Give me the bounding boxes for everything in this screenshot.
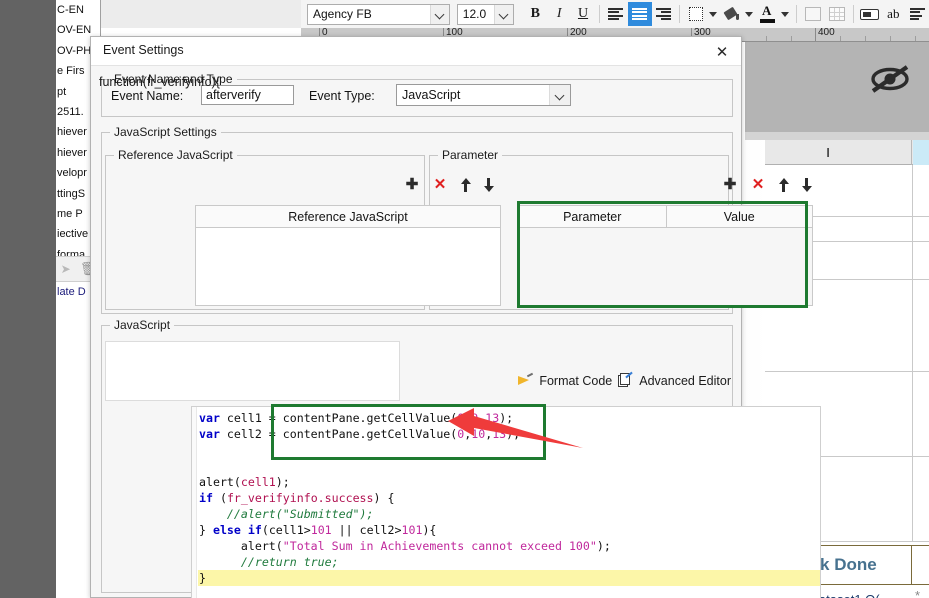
code-line: } (199, 571, 206, 585)
fill-color-icon (723, 6, 740, 22)
add-icon[interactable]: ✚ (404, 177, 420, 193)
format-code-button[interactable]: Format Code (539, 374, 612, 388)
separator (679, 5, 681, 23)
sheet-column-header-selected[interactable] (913, 140, 929, 165)
group-legend: JavaScript Settings (110, 125, 221, 139)
event-type-label: Event Type: (309, 89, 375, 103)
parameter-toolbar[interactable]: ✚ ✕ (722, 177, 812, 193)
delete-icon[interactable]: ✕ (750, 177, 766, 193)
align-left-button[interactable] (604, 2, 628, 26)
chevron-down-icon[interactable] (549, 85, 570, 105)
chevron-down-icon[interactable] (745, 11, 754, 17)
event-type-value: JavaScript (402, 88, 461, 102)
advanced-editor-icon (618, 371, 633, 388)
ab-button[interactable]: ab (881, 2, 905, 26)
close-icon[interactable]: ✕ (709, 41, 735, 63)
separator (852, 5, 854, 23)
dialog-title: Event Settings (103, 43, 184, 57)
chevron-down-icon[interactable] (494, 4, 514, 24)
code-line: //alert("Submitted"); (199, 507, 374, 521)
bold-button[interactable]: B (523, 2, 547, 26)
edit-icon[interactable]: ➤ (61, 262, 71, 276)
parameter-table-body[interactable] (518, 228, 813, 306)
reference-table-body[interactable] (195, 228, 501, 306)
separator (795, 5, 797, 23)
reference-js-toolbar[interactable]: ✚ ✕ (404, 177, 494, 193)
toolbar-left-strip (101, 0, 402, 28)
function-signature-box (105, 341, 400, 401)
group-legend: JavaScript (110, 318, 175, 332)
move-down-icon[interactable] (801, 178, 812, 192)
code-line: alert(cell1); (199, 475, 290, 489)
advanced-editor-button[interactable]: Advanced Editor (639, 374, 731, 388)
font-size-value: 12.0 (462, 7, 487, 21)
function-signature: function(fr_verifyinfo){ (99, 75, 220, 89)
move-up-icon[interactable] (460, 178, 471, 192)
underline-button[interactable]: U (571, 2, 595, 26)
sheet-column-header-row[interactable]: I (745, 140, 929, 165)
align-right-icon (656, 8, 672, 20)
event-name-label: Event Name: (111, 89, 184, 103)
reference-table-column-header[interactable]: Reference JavaScript (196, 206, 500, 227)
screen-root: C-EN OV-EN OV-PHONE-EN e Firs pt 2511. h… (0, 0, 929, 598)
tree-item[interactable]: C-EN (56, 0, 100, 20)
group-legend: Reference JavaScript (114, 148, 237, 162)
code-line: } else if(cell1>101 || cell2>101){ (199, 523, 437, 537)
sheet-top-divider (745, 132, 929, 140)
chevron-down-icon[interactable] (780, 11, 789, 17)
italic-button[interactable]: I (547, 2, 571, 26)
asterisk-marker: * (915, 588, 921, 598)
grid-icon (828, 7, 845, 21)
code-line: //return true; (199, 555, 339, 569)
event-type-combo[interactable]: JavaScript (396, 84, 571, 106)
hidden-eye-icon (871, 65, 909, 93)
event-settings-dialog[interactable]: Event Settings ✕ Event Name and Type Eve… (90, 36, 821, 598)
font-color-icon: A (760, 3, 776, 23)
chevron-down-icon[interactable] (429, 4, 449, 24)
reference-table-header[interactable]: Reference JavaScript (195, 205, 501, 228)
move-down-icon[interactable] (483, 178, 494, 192)
merge-cell-button[interactable] (801, 2, 825, 26)
work-done-right-cell[interactable] (913, 546, 929, 584)
form-field-icon (859, 8, 879, 20)
chevron-down-icon[interactable] (709, 11, 718, 17)
delete-icon[interactable]: ✕ (432, 177, 448, 193)
value-table-column-header[interactable]: Value (667, 206, 813, 227)
insert-field-button[interactable] (858, 2, 882, 26)
dialog-title-bar[interactable]: Event Settings ✕ (91, 37, 741, 66)
brush-icon (517, 372, 534, 388)
font-name-value: Agency FB (313, 7, 372, 21)
move-up-icon[interactable] (778, 178, 789, 192)
format-toolbar[interactable]: Agency FB 12.0 B I U A ab (301, 0, 929, 28)
split-cell-button[interactable] (825, 2, 849, 26)
red-arrow-annotation (448, 408, 583, 448)
separator (598, 5, 600, 23)
align-right-button[interactable] (652, 2, 676, 26)
align-center-button[interactable] (627, 2, 652, 26)
paragraph-icon (909, 8, 925, 20)
paragraph-button[interactable] (905, 2, 929, 26)
left-dark-panel (0, 0, 56, 598)
group-legend: Parameter (438, 148, 503, 162)
code-actions[interactable]: Format Code Advanced Editor (517, 371, 731, 388)
ruler-label: 400 (818, 28, 835, 38)
merge-cell-icon (804, 7, 821, 21)
parameter-table-column-header[interactable]: Parameter (519, 206, 667, 227)
border-button[interactable] (684, 2, 708, 26)
font-color-button[interactable]: A (756, 2, 780, 26)
code-line: alert("Total Sum in Achievements cannot … (199, 539, 611, 553)
fill-color-button[interactable] (720, 2, 744, 26)
sheet-column-header-cell[interactable]: I (745, 140, 912, 165)
align-center-icon (632, 8, 648, 20)
code-gutter (192, 407, 197, 598)
border-icon (689, 7, 704, 21)
font-size-combo[interactable]: 12.0 (456, 3, 515, 25)
align-left-icon (608, 8, 624, 20)
add-icon[interactable]: ✚ (722, 177, 738, 193)
parameter-table-header[interactable]: Parameter Value (518, 205, 813, 228)
code-line: if (fr_verifyinfo.success) { (199, 491, 395, 505)
font-name-combo[interactable]: Agency FB (307, 3, 450, 25)
